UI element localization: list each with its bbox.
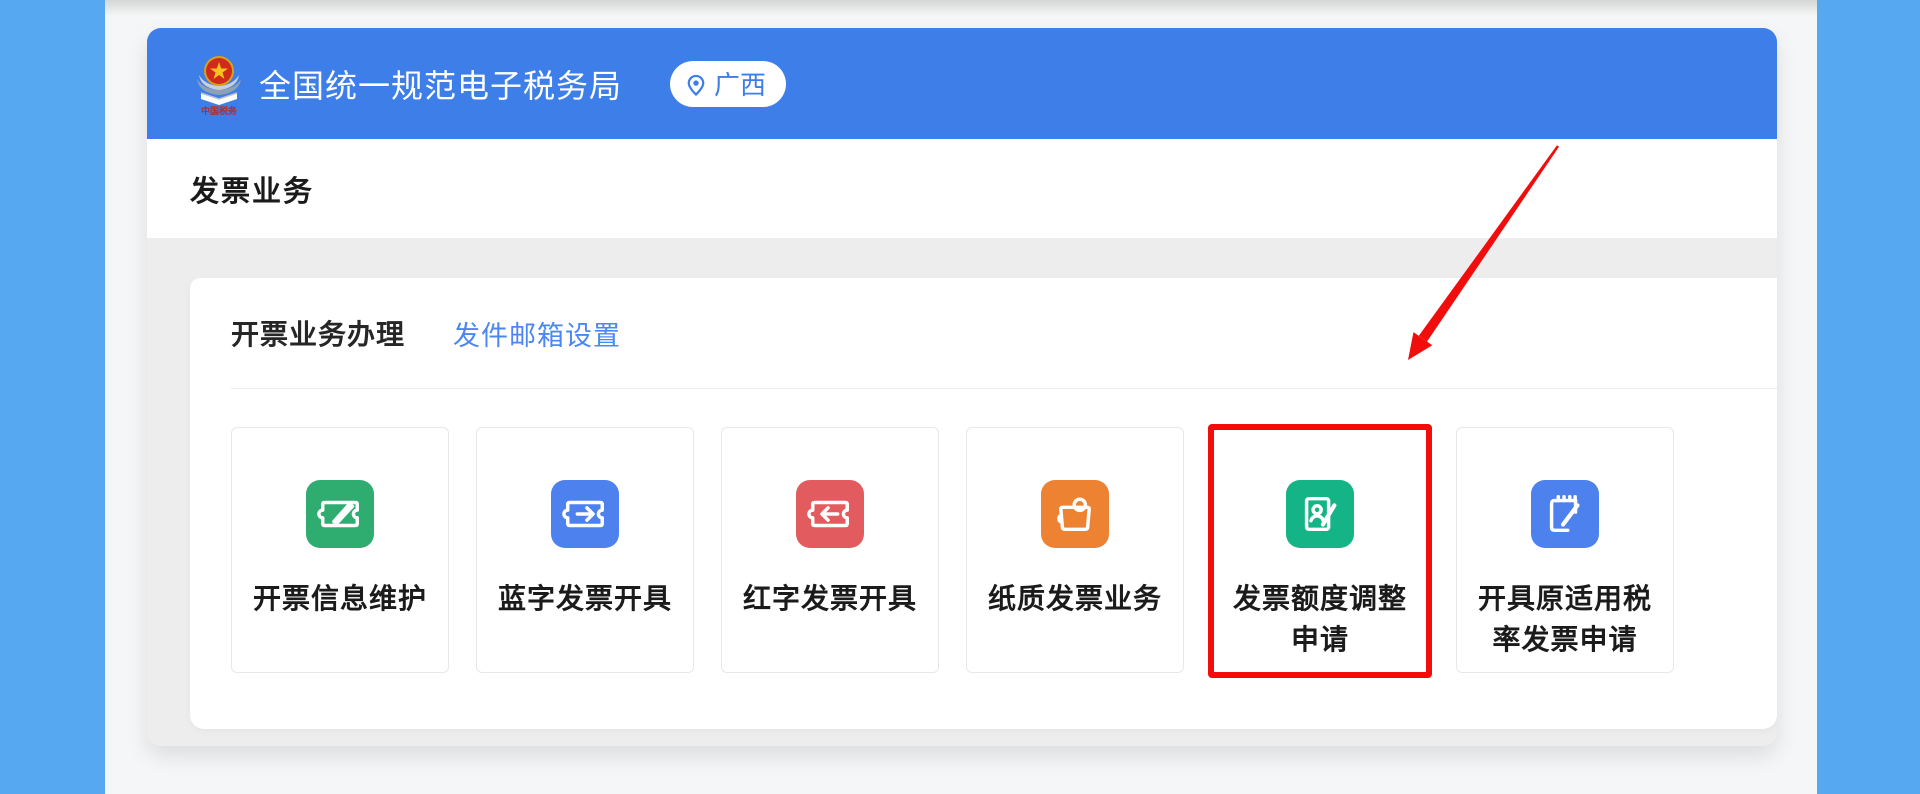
app-title: 全国统一规范电子税务局 (259, 61, 622, 107)
tile-label: 开具原适用税 率发票申请 (1478, 578, 1652, 660)
module-body: 开票业务办理 发件邮箱设置 开票信息维护 蓝字发票开具 红字发票开具 纸质发票业务 发票… (147, 238, 1777, 746)
tile-ticket-arrow-left[interactable]: 红字发票开具 (721, 427, 939, 673)
top-shadow (105, 0, 1817, 16)
invoice-card: 开票业务办理 发件邮箱设置 开票信息维护 蓝字发票开具 红字发票开具 纸质发票业务 发票… (190, 278, 1777, 729)
tile-clipboard-pen[interactable]: 开具原适用税 率发票申请 (1456, 427, 1674, 673)
location-badge[interactable]: 广西 (670, 61, 786, 107)
tile-label: 发票额度调整 申请 (1233, 578, 1407, 660)
tile-label: 开票信息维护 (253, 578, 427, 619)
location-pin-icon (682, 70, 710, 98)
tile-label: 纸质发票业务 (988, 578, 1162, 619)
section-bar: 发票业务 (147, 139, 1777, 238)
invoice-module: 中国税务 全国统一规范电子税务局 广西 发票业务 开票业务办理 发件邮箱设置 (147, 28, 1777, 746)
tax-bureau-emblem-icon: 中国税务 (193, 53, 245, 115)
ticket-edit-icon (306, 480, 374, 548)
tile-ticket-arrow-right[interactable]: 蓝字发票开具 (476, 427, 694, 673)
tile-ticket-edit[interactable]: 开票信息维护 (231, 427, 449, 673)
tax-bureau-header: 中国税务 全国统一规范电子税务局 广西 (147, 28, 1777, 139)
tabs-divider (231, 388, 1777, 389)
tabs-row: 开票业务办理 发件邮箱设置 (190, 278, 1777, 388)
tile-bag-ticket[interactable]: 纸质发票业务 (966, 427, 1184, 673)
location-label: 广西 (714, 65, 766, 102)
logo-caption: 中国税务 (201, 105, 238, 115)
page: 中国税务 全国统一规范电子税务局 广西 发票业务 开票业务办理 发件邮箱设置 (0, 0, 1920, 794)
tab-sender-email-settings[interactable]: 发件邮箱设置 (453, 314, 621, 353)
tile-label: 红字发票开具 (743, 578, 917, 619)
ticket-arrow-left-icon (796, 480, 864, 548)
section-title: 发票业务 (190, 168, 314, 210)
ticket-arrow-right-icon (551, 480, 619, 548)
tiles-row: 开票信息维护 蓝字发票开具 红字发票开具 纸质发票业务 发票额度调整 申请开具原适用税 … (231, 427, 1777, 673)
clipboard-pen-icon (1531, 480, 1599, 548)
tile-label: 蓝字发票开具 (498, 578, 672, 619)
bag-ticket-icon (1041, 480, 1109, 548)
document-user-pen-icon (1286, 480, 1354, 548)
tile-document-user-pen[interactable]: 发票额度调整 申请 (1211, 427, 1429, 673)
tab-invoice-handling[interactable]: 开票业务办理 (231, 313, 405, 353)
